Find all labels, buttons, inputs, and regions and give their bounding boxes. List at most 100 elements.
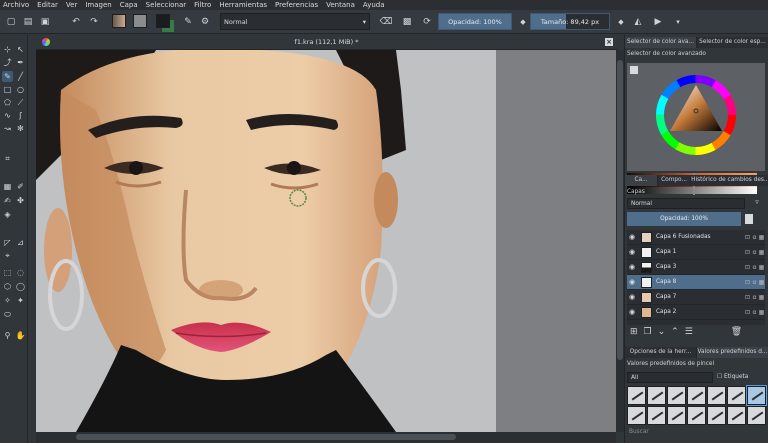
alpha-icon[interactable]: α [751, 309, 758, 316]
rectangular-selection-icon[interactable]: ⬚ [2, 267, 13, 278]
multibrush-icon[interactable]: ✻ [15, 123, 26, 134]
tab-compositions[interactable]: Compo... [658, 175, 692, 186]
lock-icon[interactable]: ⊡ [744, 249, 751, 256]
menu-preferencias[interactable]: Preferencias [275, 0, 318, 10]
duplicate-layer-icon[interactable]: ❐ [644, 327, 652, 337]
menu-seleccionar[interactable]: Seleccionar [146, 0, 187, 10]
brush-preset[interactable] [627, 386, 646, 405]
menu-filtro[interactable]: Filtro [194, 0, 211, 10]
polygonal-selection-icon[interactable]: ⬡ [2, 281, 13, 292]
tab-specific-color[interactable]: Selector de color esp... [697, 37, 768, 48]
foreground-background-colors[interactable] [156, 14, 170, 28]
horizontal-scrollbar[interactable] [36, 432, 616, 443]
tab-tool-options[interactable]: Opciones de la herr... [625, 347, 697, 358]
preset-filter-select[interactable]: All [627, 372, 713, 383]
contiguous-selection-icon[interactable]: ✧ [2, 295, 13, 306]
brush-preset-icon[interactable]: ✎ [180, 13, 196, 30]
color-picker-icon[interactable]: ✐ [15, 181, 26, 192]
gradient-swatch[interactable] [112, 14, 126, 28]
pattern-swatch[interactable] [133, 14, 147, 28]
reload-preset-icon[interactable]: ⟳ [419, 13, 435, 30]
smart-patch-icon[interactable]: ✤ [15, 195, 26, 206]
layer-blend-mode-select[interactable]: Normal [627, 198, 745, 209]
freehand-path-icon[interactable]: ʃ [15, 110, 26, 121]
redo-icon[interactable]: ↷ [86, 13, 102, 30]
calligraphy-icon[interactable]: ✒ [15, 57, 26, 68]
dynamic-brush-icon[interactable]: ↝ [2, 123, 13, 134]
alpha-icon[interactable]: α [751, 264, 758, 271]
menu-editar[interactable]: Editar [37, 0, 58, 10]
brush-preset[interactable] [707, 386, 726, 405]
brush-preset-selected[interactable] [746, 385, 767, 406]
color-picker[interactable] [627, 63, 765, 171]
canvas[interactable] [36, 50, 616, 432]
freehand-selection-icon[interactable]: ◯ [15, 281, 26, 292]
size-reset-icon[interactable]: ◆ [613, 13, 629, 30]
size-slider[interactable]: Tamaño: 89,42 px [530, 13, 610, 30]
visibility-eye-icon[interactable]: ◉ [629, 308, 638, 316]
brush-preset[interactable] [707, 406, 726, 425]
move-layer-down-icon[interactable]: ⌄ [658, 327, 666, 337]
undo-icon[interactable]: ↶ [68, 13, 84, 30]
mirror-horizontal-icon[interactable]: ◭ [630, 13, 646, 30]
lock-icon[interactable]: ⊡ [744, 279, 751, 286]
opacity-reset-icon[interactable]: ◆ [515, 13, 531, 30]
menu-archivo[interactable]: Archivo [3, 0, 29, 10]
crop-icon[interactable]: ⌗ [2, 153, 13, 164]
filter-icon[interactable]: ▿ [749, 198, 765, 209]
reference-images-icon[interactable]: ⌖ [2, 250, 13, 261]
pan-icon[interactable]: ✋ [15, 330, 26, 341]
add-layer-icon[interactable]: ⊞ [630, 327, 638, 337]
inherit-alpha-icon[interactable]: ▦ [758, 294, 765, 301]
brush-preset[interactable] [667, 386, 686, 405]
layer-opacity-slider[interactable]: Opacidad: 100% [627, 212, 741, 226]
settings-icon[interactable] [630, 66, 638, 74]
brush-preset[interactable] [687, 386, 706, 405]
move-layer-up-icon[interactable]: ⌃ [671, 327, 679, 337]
layer-row[interactable]: ◉ Capa 3 ⊡ α ▦ [627, 260, 765, 275]
alpha-icon[interactable]: α [751, 249, 758, 256]
color-wheel[interactable] [627, 63, 765, 171]
opacity-slider[interactable]: Opacidad: 100% [438, 13, 512, 30]
preset-search-input[interactable]: Buscar [627, 429, 767, 439]
tag-button[interactable]: ☐ Etiqueta [717, 372, 761, 383]
elliptical-selection-icon[interactable]: ◌ [15, 267, 26, 278]
menu-ver[interactable]: Ver [66, 0, 77, 10]
brush-preset[interactable] [627, 406, 646, 425]
move-icon[interactable]: ↖ [15, 44, 26, 55]
close-icon[interactable]: × [605, 38, 613, 46]
layer-row[interactable]: ◉ Capa 1 ⊡ α ▦ [627, 245, 765, 260]
inherit-alpha-icon[interactable]: ▦ [758, 279, 765, 286]
menu-imagen[interactable]: Imagen [85, 0, 111, 10]
bezier-selection-icon[interactable]: ⬭ [2, 309, 13, 320]
brush-settings-icon[interactable]: ⚙ [197, 13, 213, 30]
menu-ayuda[interactable]: Ayuda [363, 0, 385, 10]
brush-preset[interactable] [747, 406, 766, 425]
new-document-icon[interactable]: ▢ [3, 13, 19, 30]
freehand-brush-icon[interactable]: ✎ [2, 71, 13, 82]
layer-opacity-reset-icon[interactable] [745, 214, 753, 224]
brush-preset[interactable] [727, 406, 746, 425]
edit-shapes-icon[interactable]: ⤴ [2, 57, 13, 68]
tab-undo-history[interactable]: Histórico de cambios des... [691, 175, 768, 186]
preserve-alpha-icon[interactable]: ▩ [399, 13, 415, 30]
gradient-icon[interactable]: ▦ [2, 181, 13, 192]
brush-preset[interactable] [687, 406, 706, 425]
visibility-eye-icon[interactable]: ◉ [629, 293, 638, 301]
inherit-alpha-icon[interactable]: ▦ [758, 309, 765, 316]
inherit-alpha-icon[interactable]: ▦ [758, 264, 765, 271]
inherit-alpha-icon[interactable]: ▦ [758, 234, 765, 241]
bezier-icon[interactable]: ∿ [2, 110, 13, 121]
brush-preset[interactable] [647, 406, 666, 425]
ellipse-icon[interactable]: ○ [15, 84, 26, 95]
layer-properties-icon[interactable]: ☰ [685, 327, 693, 337]
layer-row[interactable]: ◉ Capa 7 ⊡ α ▦ [627, 290, 765, 305]
alpha-icon[interactable]: α [751, 234, 758, 241]
polyline-icon[interactable]: ⟋ [15, 97, 26, 108]
alpha-icon[interactable]: α [751, 294, 758, 301]
tab-brush-presets[interactable]: Valores predefinidos d... [697, 347, 768, 358]
brush-preset[interactable] [667, 406, 686, 425]
save-icon[interactable]: ▣ [37, 13, 53, 30]
lock-icon[interactable]: ⊡ [744, 309, 751, 316]
brush-preset[interactable] [727, 386, 746, 405]
